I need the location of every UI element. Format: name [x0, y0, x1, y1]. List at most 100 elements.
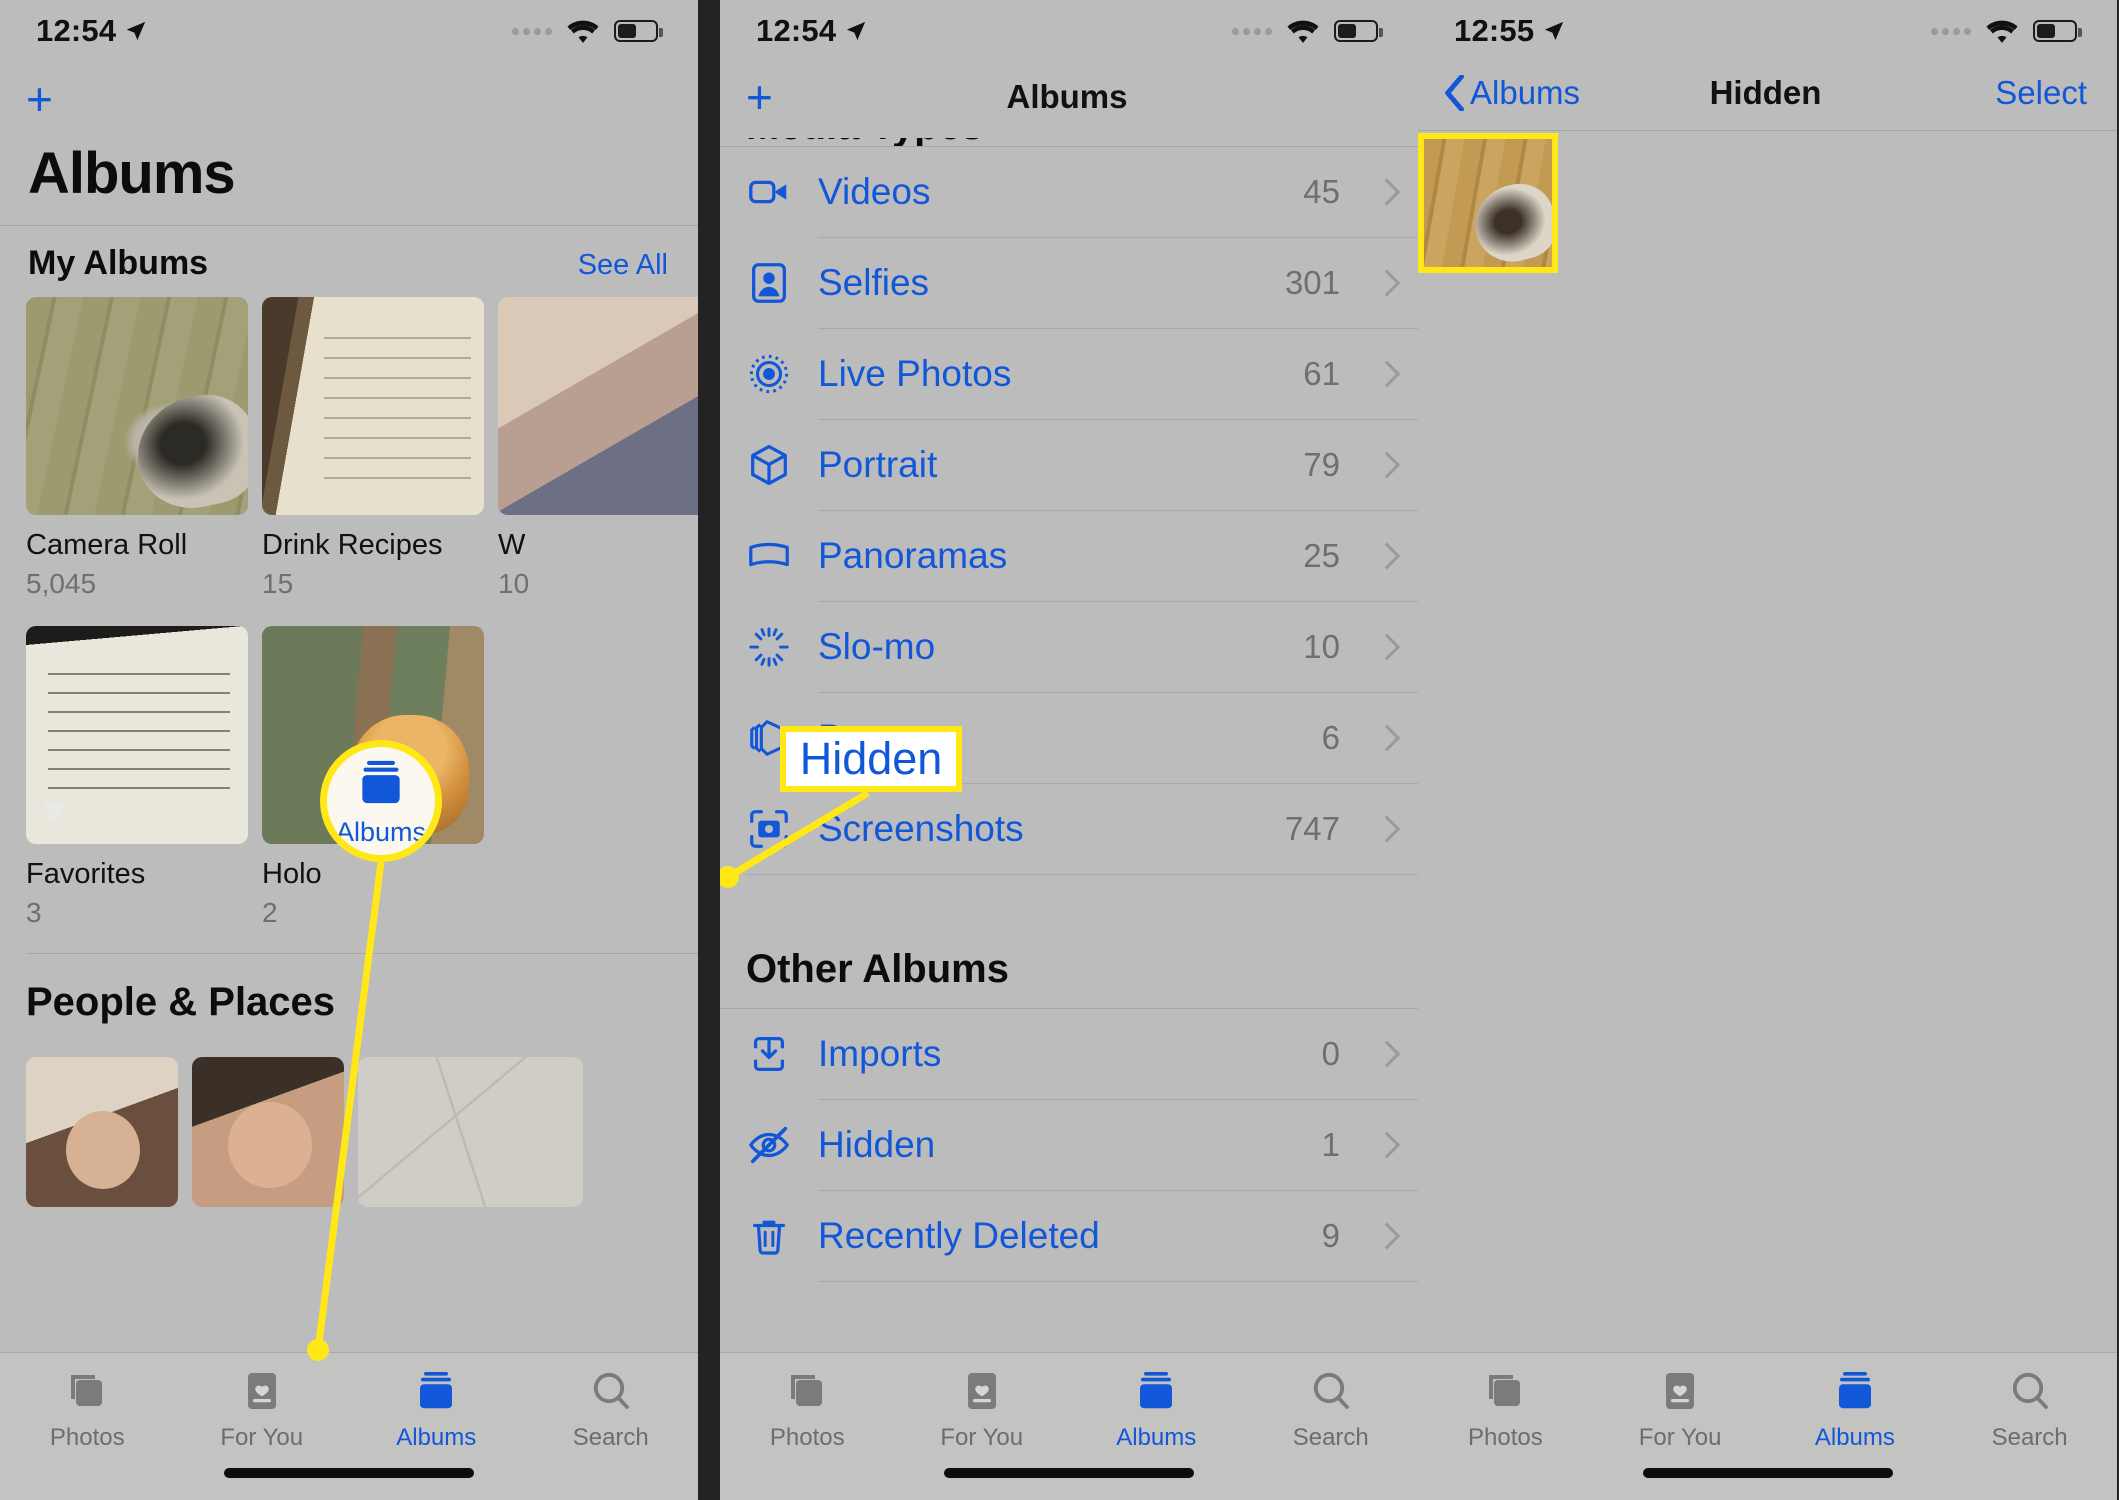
nav-bar: + Albums [720, 62, 1418, 138]
wifi-icon [1986, 20, 2018, 43]
list-row-slo-mo[interactable]: Slo-mo 10 [720, 602, 1418, 692]
album-thumbnail[interactable] [26, 297, 248, 515]
photo-thumbnail[interactable] [1418, 133, 1558, 273]
status-indicators [512, 19, 663, 44]
home-indicator [944, 1468, 1194, 1478]
photos-icon [791, 1375, 823, 1406]
row-count: 6 [1321, 719, 1340, 756]
nav-left: + [746, 74, 773, 120]
for-you-icon [1666, 1373, 1695, 1409]
album-thumbnail[interactable]: ♥ [26, 626, 248, 844]
my-albums-title: My Albums [28, 244, 209, 282]
my-albums-header: My Albums See All [0, 226, 698, 297]
tab-photos[interactable]: Photos [720, 1367, 895, 1452]
list-row-live-photos[interactable]: Live Photos 61 [720, 329, 1418, 419]
status-time-group: 12:54 [36, 13, 147, 49]
add-album-button[interactable]: + [0, 70, 90, 122]
places-map-thumbnail[interactable] [358, 1057, 583, 1207]
location-arrow-icon [847, 21, 866, 41]
album-thumbnail[interactable] [262, 297, 484, 515]
row-count: 25 [1303, 537, 1340, 574]
albums-icon [1140, 1372, 1173, 1409]
tab-for-you[interactable]: For You [1593, 1367, 1768, 1452]
albums-icon [1838, 1372, 1871, 1409]
status-indicators [1931, 19, 2082, 44]
album-thumbnail[interactable] [498, 297, 698, 515]
status-time-group: 12:54 [756, 13, 867, 49]
nav-bar: Albums Hidden Select [1418, 62, 2117, 130]
wifi-icon [1287, 20, 1319, 43]
media-types-title: Media Types [720, 138, 983, 146]
nav-title: Albums [1006, 78, 1128, 115]
tab-photos[interactable]: Photos [1418, 1367, 1593, 1452]
chevron-right-icon [1384, 1222, 1400, 1250]
person-thumbnail[interactable] [26, 1057, 178, 1207]
tab-label: Search [1991, 1424, 2068, 1451]
signal-dots-icon [1931, 27, 1971, 35]
cube-icon [751, 444, 787, 486]
location-arrow-icon [127, 21, 146, 41]
list-row-recently-deleted[interactable]: Recently Deleted 9 [720, 1191, 1418, 1281]
chevron-left-icon [1445, 75, 1464, 111]
row-label: Recently Deleted [818, 1215, 1100, 1256]
album-item[interactable]: W 10 [498, 297, 698, 600]
album-count: 2 [262, 897, 278, 928]
list-row-panoramas[interactable]: Panoramas 25 [720, 511, 1418, 601]
row-count: 0 [1321, 1035, 1340, 1072]
see-all-link[interactable]: See All [578, 249, 668, 282]
chevron-right-icon [1384, 1040, 1400, 1068]
tab-search[interactable]: Search [524, 1367, 699, 1452]
chevron-right-icon [1384, 815, 1400, 843]
album-name: W [498, 529, 526, 561]
callout-label: Hidden [799, 733, 943, 784]
list-row-selfies[interactable]: Selfies 301 [720, 238, 1418, 328]
list-row-screenshots[interactable]: Screenshots 747 [720, 784, 1418, 874]
tab-albums[interactable]: Albums [349, 1367, 524, 1452]
row-label: Portrait [818, 444, 938, 485]
tab-albums[interactable]: Albums [1069, 1367, 1244, 1452]
for-you-icon [247, 1373, 276, 1409]
status-bar: 12:54 [720, 0, 1418, 62]
back-label: Albums [1470, 74, 1581, 111]
live-photo-icon [749, 354, 789, 394]
chevron-right-icon [1384, 633, 1400, 661]
screenshot-icon [750, 810, 788, 848]
tab-photos[interactable]: Photos [0, 1367, 175, 1452]
album-name: Favorites [26, 858, 146, 890]
tab-bar: Photos For You Albums Search [1418, 1352, 2117, 1500]
back-button[interactable]: Albums [1444, 74, 1580, 112]
person-thumbnail[interactable] [192, 1057, 344, 1207]
tab-for-you[interactable]: For You [175, 1367, 350, 1452]
tab-label: Albums [1814, 1424, 1895, 1451]
row-count: 301 [1284, 264, 1340, 301]
tab-label: Search [1292, 1424, 1369, 1451]
album-item[interactable]: Camera Roll 5,045 [26, 297, 248, 600]
location-arrow-icon [1545, 21, 1564, 41]
tab-search[interactable]: Search [1244, 1367, 1419, 1452]
select-button[interactable]: Select [1995, 74, 2087, 112]
album-name: Holo [262, 858, 322, 890]
add-album-button[interactable]: + [746, 74, 773, 120]
signal-dots-icon [1232, 27, 1272, 35]
list-row-videos[interactable]: Videos 45 [720, 147, 1418, 237]
tab-albums[interactable]: Albums [1768, 1367, 1943, 1452]
list-row-portrait[interactable]: Portrait 79 [720, 420, 1418, 510]
tab-for-you[interactable]: For You [895, 1367, 1070, 1452]
list-row-imports[interactable]: Imports 0 [720, 1009, 1418, 1099]
row-count: 10 [1303, 628, 1340, 665]
home-indicator [224, 1468, 474, 1478]
home-indicator [1642, 1468, 1893, 1478]
album-item[interactable]: Drink Recipes 15 [262, 297, 484, 600]
tab-search[interactable]: Search [1942, 1367, 2117, 1452]
search-icon [1313, 1372, 1349, 1409]
album-item[interactable]: ♥ Favorites 3 [26, 626, 248, 929]
status-bar: 12:55 [1418, 0, 2117, 62]
tab-bar: Photos For You Albums Search [0, 1352, 698, 1500]
row-count: 79 [1303, 446, 1340, 483]
tab-label: For You [1638, 1424, 1722, 1451]
status-time: 12:54 [36, 13, 117, 48]
row-label: Panoramas [818, 535, 1008, 576]
chevron-right-icon [1384, 724, 1400, 752]
list-row-hidden[interactable]: Hidden 1 [720, 1100, 1418, 1190]
row-label: Imports [818, 1033, 942, 1074]
